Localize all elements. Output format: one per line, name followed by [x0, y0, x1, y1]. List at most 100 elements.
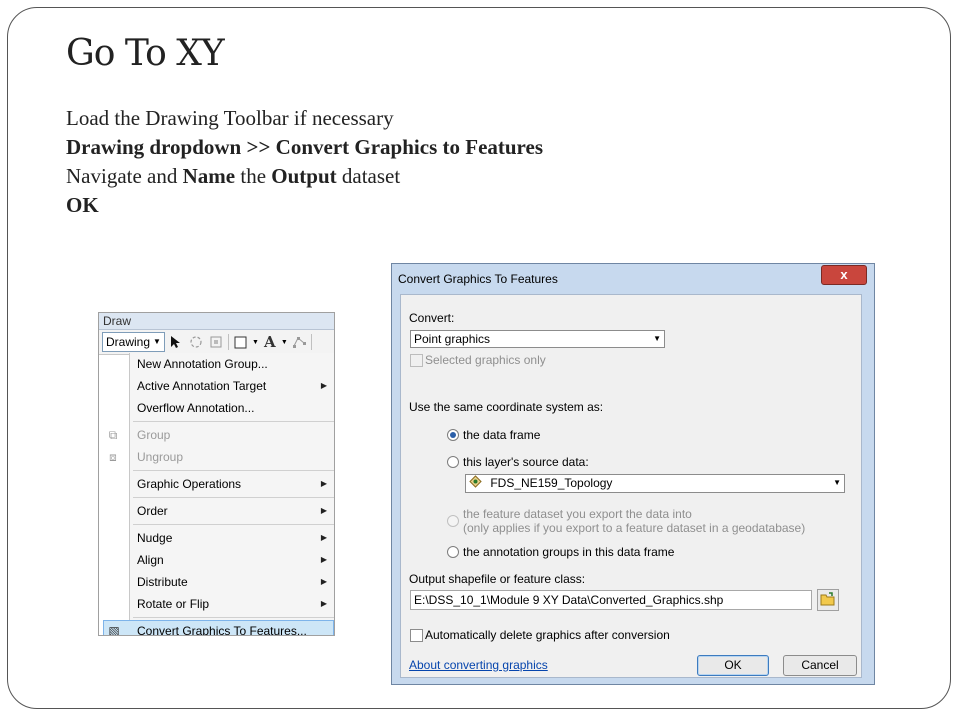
layer-select-value: FDS_NE159_Topology — [490, 476, 613, 490]
select-arrow-icon[interactable] — [167, 333, 185, 351]
slide-title: Go To XY — [66, 33, 225, 74]
radio-feature-dataset-note: (only applies if you export to a feature… — [463, 521, 806, 535]
convert-graphics-dialog: Convert Graphics To Features x Convert: … — [391, 263, 875, 685]
close-button[interactable]: x — [821, 265, 867, 285]
instruction-line: Drawing dropdown >> Convert Graphics to … — [66, 133, 766, 162]
menu-item-label: Graphic Operations — [137, 477, 242, 491]
menu-separator — [133, 617, 334, 618]
radio-layer-source[interactable] — [447, 456, 459, 468]
menu-item-label: Rotate or Flip — [137, 597, 210, 611]
chevron-right-icon: ▶ — [320, 479, 327, 488]
menu-item-label: Align — [137, 553, 164, 567]
dialog-title: Convert Graphics To Features — [398, 272, 558, 286]
chevron-down-icon[interactable]: ▼ — [252, 339, 259, 346]
menu-item[interactable]: ▧ Convert Graphics To Features... — [103, 620, 334, 636]
ok-button[interactable]: OK — [697, 655, 769, 676]
menu-item[interactable]: New Annotation Group... — [130, 353, 334, 375]
radio-annotation-groups-label: the annotation groups in this data frame — [463, 545, 675, 559]
instruction-text: OK — [66, 193, 99, 217]
layer-select[interactable]: FDS_NE159_Topology ▼ — [465, 474, 845, 493]
radio-feature-dataset[interactable] — [447, 515, 459, 527]
instruction-text: Load the Drawing Toolbar if necessary — [66, 106, 394, 130]
menu-item-label: New Annotation Group... — [137, 357, 268, 371]
radio-annotation-groups[interactable] — [447, 546, 459, 558]
group-icon: ⧉ — [108, 428, 118, 442]
chevron-right-icon: ▶ — [320, 577, 327, 586]
chevron-down-icon: ▼ — [833, 478, 841, 487]
radio-layer-source-label: this layer's source data: — [463, 455, 589, 469]
menu-item[interactable]: Active Annotation Target ▶ — [130, 375, 334, 397]
chevron-right-icon: ▶ — [320, 533, 327, 542]
radio-feature-dataset-label: the feature dataset you export the data … — [463, 507, 692, 521]
menu-item[interactable]: Align ▶ — [130, 549, 334, 571]
menu-item-label: Group — [137, 428, 171, 442]
chevron-down-icon: ▼ — [153, 337, 161, 346]
convert-select-value: Point graphics — [414, 332, 491, 346]
drawing-toolbar-screenshot: Draw Drawing ▼ ▼ A ▼ New Annotation Grou… — [98, 312, 335, 636]
instruction-text: dataset — [336, 164, 401, 188]
convert-label: Convert: — [409, 311, 455, 325]
drawing-dropdown-menu: New Annotation Group... Active Annotation… — [103, 353, 334, 635]
browse-folder-button[interactable] — [817, 589, 839, 611]
open-folder-icon — [820, 591, 836, 609]
dialog-body: Convert: Point graphics ▼ Selected graph… — [400, 294, 862, 678]
chevron-right-icon: ▶ — [320, 506, 327, 515]
drawing-dropdown-label: Drawing — [106, 335, 151, 349]
menu-separator — [133, 524, 334, 525]
menu-separator — [133, 470, 334, 471]
selected-only-checkbox[interactable] — [410, 354, 423, 367]
menu-item[interactable]: ⧈ Ungroup — [109, 446, 334, 468]
instruction-text: the — [235, 164, 272, 188]
menu-item-label: Nudge — [137, 531, 173, 545]
menu-item[interactable]: Nudge ▶ — [130, 527, 334, 549]
instruction-line: OK — [66, 191, 766, 220]
text-A-icon[interactable]: A — [261, 333, 279, 351]
menu-item[interactable]: Graphic Operations ▶ — [130, 473, 334, 495]
menu-item[interactable]: Order ▶ — [130, 500, 334, 522]
cancel-button[interactable]: Cancel — [783, 655, 857, 676]
auto-delete-checkbox[interactable] — [410, 629, 423, 642]
topology-layer-icon — [469, 475, 482, 492]
instruction-line: Load the Drawing Toolbar if necessary — [66, 104, 766, 133]
output-path-value: E:\DSS_10_1\Module 9 XY Data\Converted_G… — [414, 593, 724, 607]
instruction-text: Output — [271, 164, 337, 188]
menu-item-label: Overflow Annotation... — [137, 401, 255, 415]
map-background-strip — [99, 355, 129, 635]
radio-data-frame[interactable] — [447, 429, 459, 441]
output-path-field[interactable]: E:\DSS_10_1\Module 9 XY Data\Converted_G… — [410, 590, 812, 610]
zoom-to-selected-icon[interactable] — [207, 333, 225, 351]
menu-item[interactable]: Distribute ▶ — [130, 571, 334, 593]
menu-item-label: Convert Graphics To Features... — [137, 624, 307, 636]
convert-graphics-icon: ▧ — [108, 624, 120, 636]
coord-system-label: Use the same coordinate system as: — [409, 400, 604, 414]
edit-vertices-icon[interactable] — [290, 333, 308, 351]
menu-separator — [133, 497, 334, 498]
ungroup-icon: ⧈ — [109, 450, 117, 464]
menu-item[interactable]: Rotate or Flip ▶ — [130, 593, 334, 615]
help-link[interactable]: About converting graphics — [409, 658, 548, 672]
convert-select[interactable]: Point graphics ▼ — [410, 330, 665, 348]
instruction-text: Name — [182, 164, 236, 188]
chevron-down-icon: ▼ — [653, 334, 661, 343]
rectangle-icon[interactable] — [232, 333, 250, 351]
menu-item[interactable]: Overflow Annotation... — [130, 397, 334, 419]
chevron-down-icon[interactable]: ▼ — [281, 339, 288, 346]
toolbar-separator — [227, 334, 229, 350]
instruction-text: Drawing dropdown >> Convert Graphics to … — [66, 135, 543, 159]
toolbar-separator — [310, 334, 312, 350]
selected-only-label: Selected graphics only — [425, 353, 546, 367]
rotate-icon[interactable] — [187, 333, 205, 351]
menu-item-label: Active Annotation Target — [137, 379, 267, 393]
instruction-text: Navigate and — [66, 164, 183, 188]
menu-item-label: Order — [137, 504, 168, 518]
instruction-line: Navigate and Name the Output dataset — [66, 162, 766, 191]
chevron-right-icon: ▶ — [320, 381, 327, 390]
menu-item-label: Ungroup — [137, 450, 184, 464]
slide-instructions: Load the Drawing Toolbar if necessary Dra… — [66, 104, 766, 220]
menu-item[interactable]: ⧉ Group — [109, 424, 334, 446]
drawing-dropdown-button[interactable]: Drawing ▼ — [102, 332, 165, 352]
radio-data-frame-label: the data frame — [463, 428, 541, 442]
chevron-right-icon: ▶ — [320, 599, 327, 608]
menu-item-label: Distribute — [137, 575, 188, 589]
chevron-right-icon: ▶ — [320, 555, 327, 564]
